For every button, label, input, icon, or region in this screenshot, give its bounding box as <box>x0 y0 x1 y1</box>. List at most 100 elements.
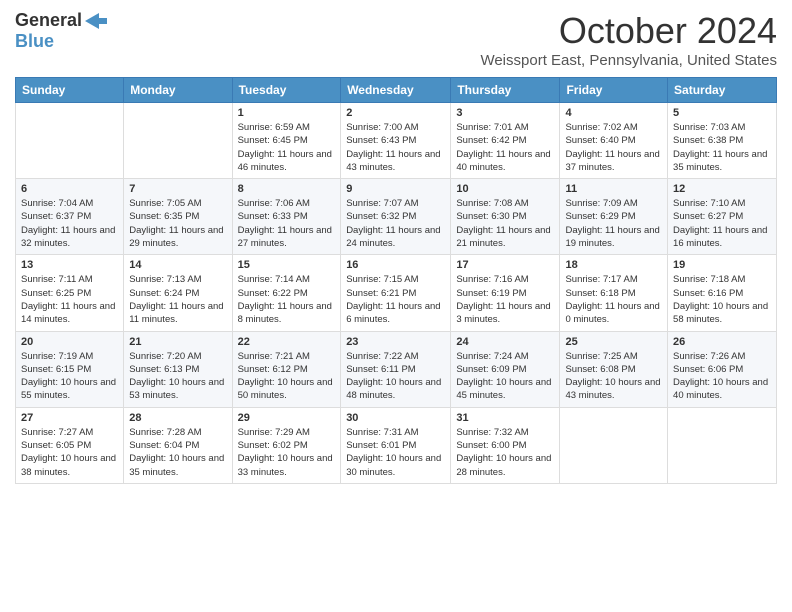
day-number: 26 <box>673 336 771 348</box>
page: General Blue October 2024 Weissport East… <box>0 0 792 612</box>
day-number: 15 <box>238 259 336 271</box>
day-number: 14 <box>129 259 226 271</box>
day-number: 20 <box>21 336 118 348</box>
day-info: Sunrise: 7:00 AMSunset: 6:43 PMDaylight:… <box>346 121 445 174</box>
day-info: Sunrise: 7:29 AMSunset: 6:02 PMDaylight:… <box>238 426 336 479</box>
header-area: General Blue October 2024 Weissport East… <box>15 10 777 69</box>
day-number: 28 <box>129 412 226 424</box>
calendar-table: Sunday Monday Tuesday Wednesday Thursday… <box>15 77 777 484</box>
table-row: 28 Sunrise: 7:28 AMSunset: 6:04 PMDaylig… <box>124 407 232 483</box>
day-number: 1 <box>238 107 336 119</box>
table-row: 4 Sunrise: 7:02 AMSunset: 6:40 PMDayligh… <box>560 103 668 179</box>
header-tuesday: Tuesday <box>232 78 341 103</box>
day-info: Sunrise: 7:20 AMSunset: 6:13 PMDaylight:… <box>129 350 226 403</box>
table-row: 9 Sunrise: 7:07 AMSunset: 6:32 PMDayligh… <box>341 179 451 255</box>
day-info: Sunrise: 7:27 AMSunset: 6:05 PMDaylight:… <box>21 426 118 479</box>
day-info: Sunrise: 7:17 AMSunset: 6:18 PMDaylight:… <box>565 273 662 326</box>
day-number: 27 <box>21 412 118 424</box>
table-row: 17 Sunrise: 7:16 AMSunset: 6:19 PMDaylig… <box>451 255 560 331</box>
table-row: 15 Sunrise: 7:14 AMSunset: 6:22 PMDaylig… <box>232 255 341 331</box>
day-number: 31 <box>456 412 554 424</box>
day-info: Sunrise: 7:22 AMSunset: 6:11 PMDaylight:… <box>346 350 445 403</box>
header-thursday: Thursday <box>451 78 560 103</box>
day-number: 7 <box>129 183 226 195</box>
day-number: 19 <box>673 259 771 271</box>
day-number: 23 <box>346 336 445 348</box>
day-number: 3 <box>456 107 554 119</box>
table-row: 2 Sunrise: 7:00 AMSunset: 6:43 PMDayligh… <box>341 103 451 179</box>
day-info: Sunrise: 7:04 AMSunset: 6:37 PMDaylight:… <box>21 197 118 250</box>
day-number: 4 <box>565 107 662 119</box>
table-row: 21 Sunrise: 7:20 AMSunset: 6:13 PMDaylig… <box>124 331 232 407</box>
day-info: Sunrise: 7:01 AMSunset: 6:42 PMDaylight:… <box>456 121 554 174</box>
calendar-week-row: 1 Sunrise: 6:59 AMSunset: 6:45 PMDayligh… <box>16 103 777 179</box>
table-row <box>560 407 668 483</box>
day-number: 11 <box>565 183 662 195</box>
day-info: Sunrise: 7:16 AMSunset: 6:19 PMDaylight:… <box>456 273 554 326</box>
calendar-week-row: 20 Sunrise: 7:19 AMSunset: 6:15 PMDaylig… <box>16 331 777 407</box>
day-info: Sunrise: 7:02 AMSunset: 6:40 PMDaylight:… <box>565 121 662 174</box>
day-number: 25 <box>565 336 662 348</box>
table-row: 8 Sunrise: 7:06 AMSunset: 6:33 PMDayligh… <box>232 179 341 255</box>
day-info: Sunrise: 7:05 AMSunset: 6:35 PMDaylight:… <box>129 197 226 250</box>
table-row: 27 Sunrise: 7:27 AMSunset: 6:05 PMDaylig… <box>16 407 124 483</box>
table-row: 3 Sunrise: 7:01 AMSunset: 6:42 PMDayligh… <box>451 103 560 179</box>
day-info: Sunrise: 7:06 AMSunset: 6:33 PMDaylight:… <box>238 197 336 250</box>
table-row: 19 Sunrise: 7:18 AMSunset: 6:16 PMDaylig… <box>668 255 777 331</box>
header-sunday: Sunday <box>16 78 124 103</box>
table-row: 22 Sunrise: 7:21 AMSunset: 6:12 PMDaylig… <box>232 331 341 407</box>
day-info: Sunrise: 7:07 AMSunset: 6:32 PMDaylight:… <box>346 197 445 250</box>
day-number: 2 <box>346 107 445 119</box>
table-row: 12 Sunrise: 7:10 AMSunset: 6:27 PMDaylig… <box>668 179 777 255</box>
day-info: Sunrise: 7:14 AMSunset: 6:22 PMDaylight:… <box>238 273 336 326</box>
day-info: Sunrise: 7:32 AMSunset: 6:00 PMDaylight:… <box>456 426 554 479</box>
day-number: 21 <box>129 336 226 348</box>
day-number: 17 <box>456 259 554 271</box>
table-row: 14 Sunrise: 7:13 AMSunset: 6:24 PMDaylig… <box>124 255 232 331</box>
day-number: 5 <box>673 107 771 119</box>
table-row: 24 Sunrise: 7:24 AMSunset: 6:09 PMDaylig… <box>451 331 560 407</box>
day-number: 30 <box>346 412 445 424</box>
calendar-header-row: Sunday Monday Tuesday Wednesday Thursday… <box>16 78 777 103</box>
day-info: Sunrise: 6:59 AMSunset: 6:45 PMDaylight:… <box>238 121 336 174</box>
day-number: 10 <box>456 183 554 195</box>
day-info: Sunrise: 7:25 AMSunset: 6:08 PMDaylight:… <box>565 350 662 403</box>
logo-blue-text: Blue <box>15 31 54 51</box>
calendar-week-row: 13 Sunrise: 7:11 AMSunset: 6:25 PMDaylig… <box>16 255 777 331</box>
logo: General Blue <box>15 10 107 52</box>
table-row: 6 Sunrise: 7:04 AMSunset: 6:37 PMDayligh… <box>16 179 124 255</box>
table-row: 30 Sunrise: 7:31 AMSunset: 6:01 PMDaylig… <box>341 407 451 483</box>
day-info: Sunrise: 7:11 AMSunset: 6:25 PMDaylight:… <box>21 273 118 326</box>
logo-general-text: General <box>15 10 82 31</box>
day-number: 12 <box>673 183 771 195</box>
table-row: 5 Sunrise: 7:03 AMSunset: 6:38 PMDayligh… <box>668 103 777 179</box>
day-number: 16 <box>346 259 445 271</box>
table-row: 7 Sunrise: 7:05 AMSunset: 6:35 PMDayligh… <box>124 179 232 255</box>
table-row: 23 Sunrise: 7:22 AMSunset: 6:11 PMDaylig… <box>341 331 451 407</box>
header-saturday: Saturday <box>668 78 777 103</box>
day-info: Sunrise: 7:28 AMSunset: 6:04 PMDaylight:… <box>129 426 226 479</box>
table-row: 11 Sunrise: 7:09 AMSunset: 6:29 PMDaylig… <box>560 179 668 255</box>
month-title: October 2024 <box>480 10 777 52</box>
day-number: 8 <box>238 183 336 195</box>
day-info: Sunrise: 7:09 AMSunset: 6:29 PMDaylight:… <box>565 197 662 250</box>
day-info: Sunrise: 7:19 AMSunset: 6:15 PMDaylight:… <box>21 350 118 403</box>
table-row: 25 Sunrise: 7:25 AMSunset: 6:08 PMDaylig… <box>560 331 668 407</box>
day-number: 9 <box>346 183 445 195</box>
header-friday: Friday <box>560 78 668 103</box>
day-info: Sunrise: 7:26 AMSunset: 6:06 PMDaylight:… <box>673 350 771 403</box>
table-row: 16 Sunrise: 7:15 AMSunset: 6:21 PMDaylig… <box>341 255 451 331</box>
table-row <box>16 103 124 179</box>
day-info: Sunrise: 7:13 AMSunset: 6:24 PMDaylight:… <box>129 273 226 326</box>
day-number: 6 <box>21 183 118 195</box>
day-info: Sunrise: 7:15 AMSunset: 6:21 PMDaylight:… <box>346 273 445 326</box>
header-monday: Monday <box>124 78 232 103</box>
title-area: October 2024 Weissport East, Pennsylvani… <box>480 10 777 69</box>
table-row: 31 Sunrise: 7:32 AMSunset: 6:00 PMDaylig… <box>451 407 560 483</box>
day-info: Sunrise: 7:08 AMSunset: 6:30 PMDaylight:… <box>456 197 554 250</box>
logo-arrow-icon <box>85 13 107 29</box>
header-wednesday: Wednesday <box>341 78 451 103</box>
table-row: 18 Sunrise: 7:17 AMSunset: 6:18 PMDaylig… <box>560 255 668 331</box>
location-title: Weissport East, Pennsylvania, United Sta… <box>480 52 777 69</box>
day-info: Sunrise: 7:18 AMSunset: 6:16 PMDaylight:… <box>673 273 771 326</box>
